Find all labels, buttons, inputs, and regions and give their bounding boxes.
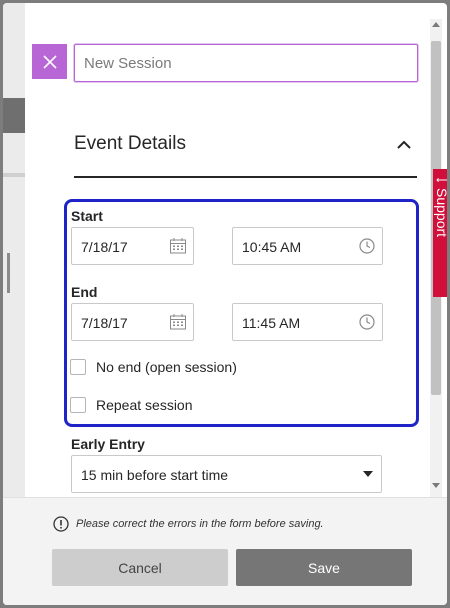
- early-entry-value: 15 min before start time: [81, 467, 229, 483]
- chevron-up-icon[interactable]: [395, 136, 413, 154]
- end-label: End: [71, 284, 98, 300]
- repeat-session-checkbox[interactable]: [70, 397, 86, 413]
- support-label: Support: [434, 188, 447, 238]
- start-time-value: 10:45 AM: [242, 239, 302, 255]
- cancel-button[interactable]: Cancel: [52, 549, 228, 586]
- arrow-icon: ⟷: [436, 175, 447, 186]
- repeat-session-label: Repeat session: [96, 397, 193, 413]
- scroll-down-icon[interactable]: [432, 483, 440, 489]
- exclamation-circle-icon: [53, 516, 69, 532]
- background-block: [3, 98, 25, 133]
- end-time-value: 11:45 AM: [242, 315, 301, 331]
- start-time-field[interactable]: 10:45 AM: [232, 227, 383, 265]
- clock-icon[interactable]: [358, 313, 376, 331]
- calendar-icon[interactable]: [169, 237, 187, 255]
- caret-down-icon: [363, 471, 373, 477]
- panel-footer: Please correct the errors in the form be…: [3, 497, 447, 605]
- early-entry-select[interactable]: 15 min before start time: [71, 455, 382, 493]
- start-date-value: 7/18/17: [81, 239, 128, 255]
- scroll-up-icon[interactable]: [432, 21, 440, 27]
- error-message: Please correct the errors in the form be…: [76, 518, 324, 530]
- end-date-value: 7/18/17: [81, 315, 128, 331]
- calendar-icon[interactable]: [169, 313, 187, 331]
- background-divider: [3, 173, 25, 177]
- section-divider: [74, 176, 417, 178]
- close-icon: [42, 54, 57, 69]
- section-title: Event Details: [74, 133, 186, 154]
- start-date-field[interactable]: 7/18/17: [71, 227, 194, 265]
- background-line: [7, 253, 10, 293]
- support-tab[interactable]: ⟷ Support: [433, 169, 447, 297]
- close-button[interactable]: [32, 44, 67, 79]
- clock-icon[interactable]: [358, 237, 376, 255]
- no-end-checkbox[interactable]: [70, 359, 86, 375]
- start-label: Start: [71, 208, 103, 224]
- session-name-input[interactable]: [74, 44, 418, 82]
- early-entry-label: Early Entry: [71, 436, 145, 452]
- no-end-label: No end (open session): [96, 359, 237, 375]
- end-date-field[interactable]: 7/18/17: [71, 303, 194, 341]
- end-time-field[interactable]: 11:45 AM: [232, 303, 383, 341]
- save-button[interactable]: Save: [236, 549, 412, 586]
- window-frame: Event Details Start 7/18/17 10:45 AM: [3, 3, 447, 605]
